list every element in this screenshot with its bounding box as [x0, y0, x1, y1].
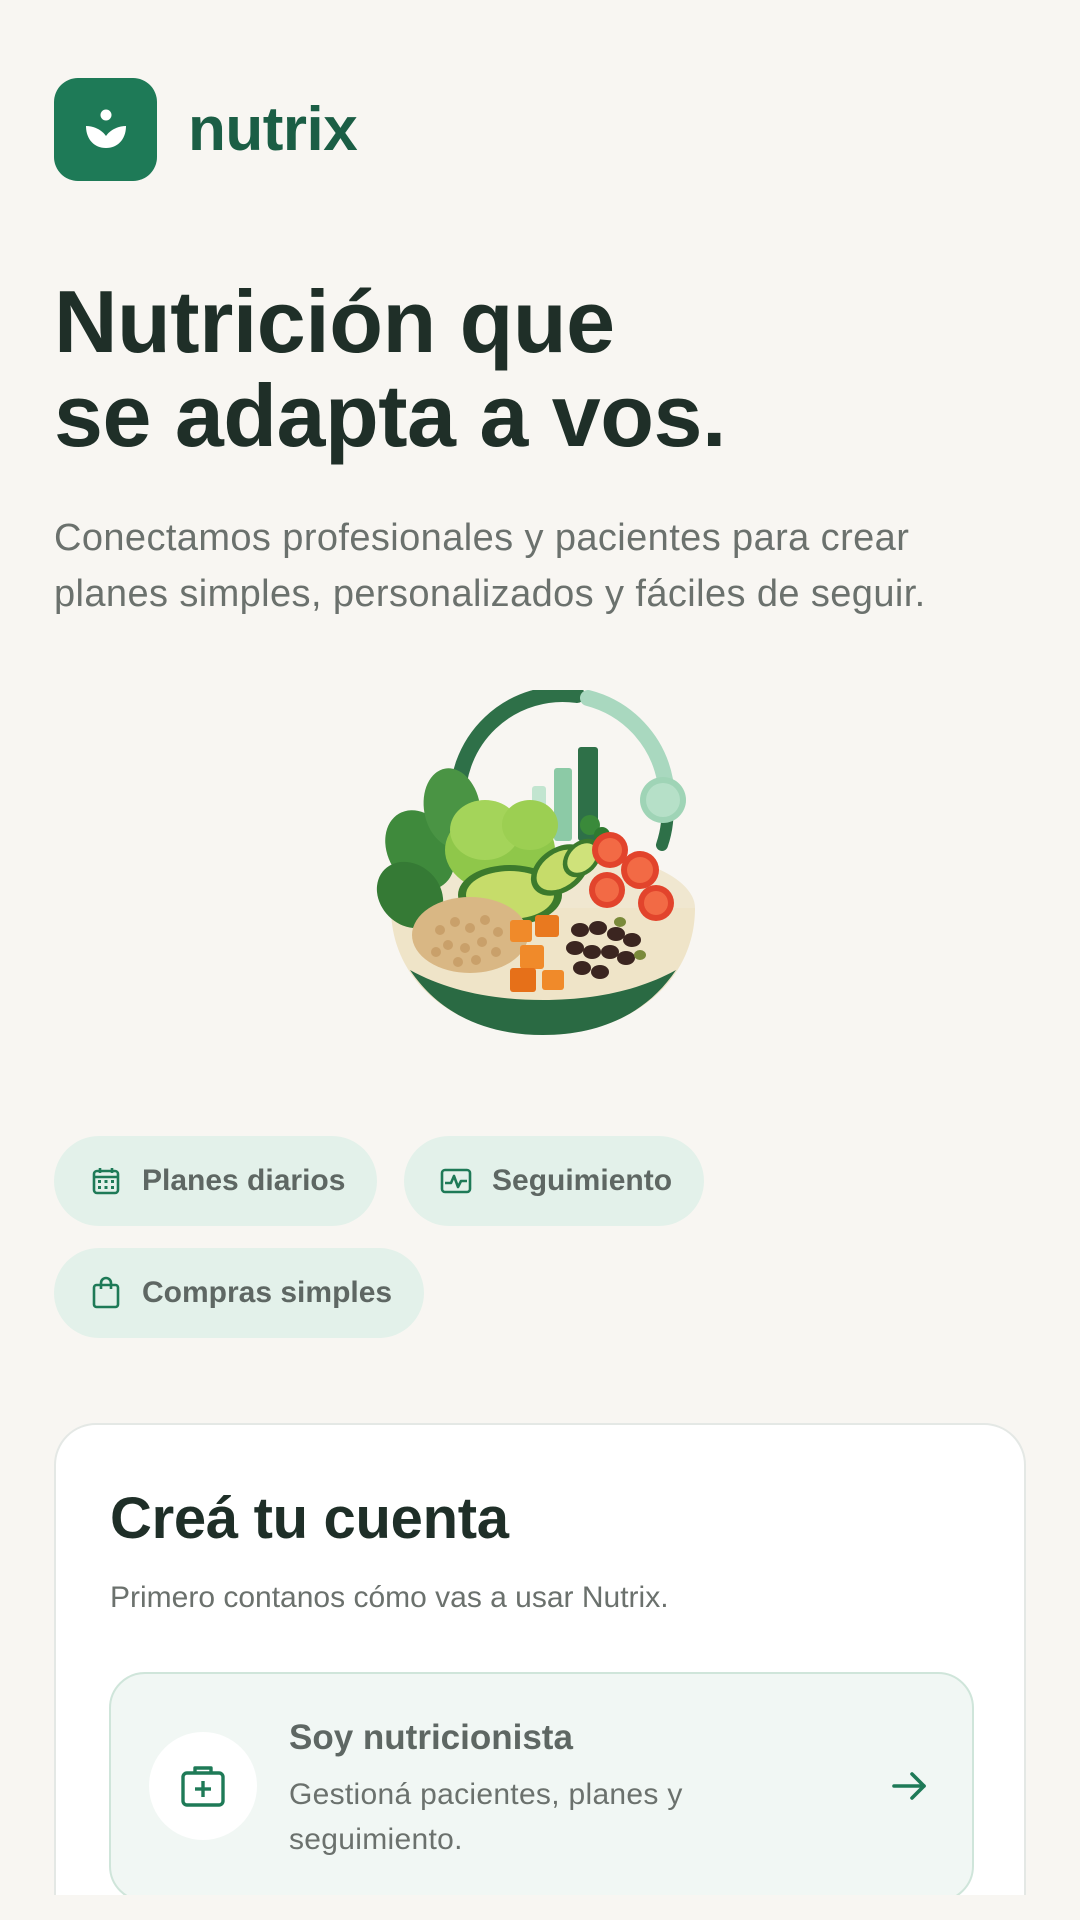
activity-chart-icon	[438, 1163, 474, 1199]
hero-subtitle: Conectamos profesionales y pacientes par…	[54, 510, 1034, 622]
chip-label: Seguimiento	[492, 1164, 673, 1197]
shopping-bag-icon	[88, 1275, 124, 1311]
role-option-nutritionist[interactable]: Soy nutricionista Gestioná pacientes, pl…	[109, 1672, 974, 1902]
app-header: nutrix	[54, 78, 358, 181]
chip-label: Compras simples	[142, 1276, 393, 1309]
signup-subtitle: Primero contanos cómo vas a usar Nutrix.	[110, 1581, 669, 1614]
feature-chip-planes: Planes diarios	[54, 1136, 378, 1226]
role-option-description-line: Gestioná pacientes, planes y	[289, 1778, 683, 1811]
feature-chip-compras: Compras simples	[54, 1248, 425, 1338]
signup-card: Creá tu cuenta Primero contanos cómo vas…	[54, 1423, 1026, 1920]
hero-title-line: Nutrición que	[54, 272, 615, 371]
calendar-icon	[88, 1163, 124, 1199]
role-option-description: Gestioná pacientes, planes y seguimiento…	[289, 1772, 769, 1862]
signup-title: Creá tu cuenta	[110, 1486, 509, 1551]
sprout-icon	[54, 78, 157, 181]
medical-kit-icon	[149, 1732, 257, 1840]
brand-name: nutrix	[188, 95, 358, 164]
hero-title-line: se adapta a vos.	[54, 366, 726, 465]
hero-subtitle-line: planes simples, personalizados y fáciles…	[54, 573, 926, 615]
hero-subtitle-line: Conectamos profesionales y pacientes par…	[54, 517, 910, 559]
hero-title: Nutrición que se adapta a vos.	[54, 275, 1014, 463]
arrow-right-icon	[888, 1764, 932, 1808]
welcome-screen: nutrix Nutrición que se adapta a vos. Co…	[0, 0, 1080, 1920]
role-option-description-line: seguimiento.	[289, 1823, 463, 1856]
salad-bowl-progress-illustration	[370, 686, 700, 1040]
bottom-edge	[0, 1895, 1080, 1920]
feature-chip-seguimiento: Seguimiento	[404, 1136, 705, 1226]
role-option-title: Soy nutricionista	[289, 1718, 573, 1757]
chip-label: Planes diarios	[142, 1164, 346, 1197]
